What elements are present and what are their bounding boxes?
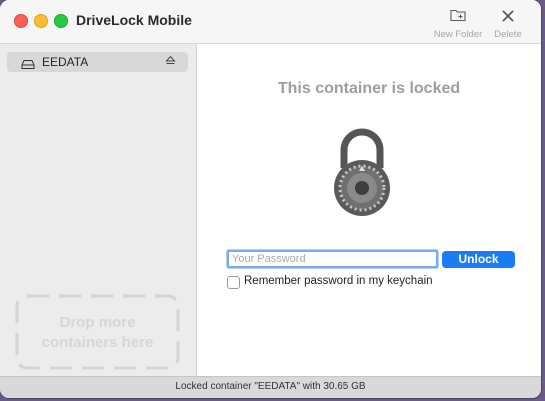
dropzone-label: Drop more containers here <box>15 313 180 353</box>
eject-icon[interactable] <box>165 55 176 69</box>
window-title: DriveLock Mobile <box>76 12 192 28</box>
app-window: DriveLock Mobile New Folder Delete EEDAT… <box>0 0 541 398</box>
status-text: Locked container "EEDATA" with 30.65 GB <box>175 381 366 392</box>
close-window-button[interactable] <box>14 14 28 28</box>
sidebar-item-eedata[interactable]: EEDATA <box>7 52 188 72</box>
minimize-window-button[interactable] <box>34 14 48 28</box>
unlock-button[interactable]: Unlock <box>442 251 515 268</box>
new-folder-icon <box>430 8 486 28</box>
locked-heading: This container is locked <box>277 80 461 97</box>
password-input[interactable] <box>227 250 438 268</box>
combination-padlock-icon <box>332 122 392 227</box>
remember-label: Remember password in my keychain <box>244 275 433 287</box>
new-folder-label: New Folder <box>433 29 483 40</box>
dropzone[interactable]: Drop more containers here <box>15 294 180 375</box>
sidebar-item-label: EEDATA <box>42 55 89 69</box>
status-bar: Locked container "EEDATA" with 30.65 GB <box>0 376 541 398</box>
drive-icon <box>21 57 35 75</box>
dropzone-line-2: containers here <box>41 334 154 351</box>
main-panel: This container is locked Unlock Remember… <box>197 44 541 377</box>
dropzone-line-1: Drop more <box>59 314 136 331</box>
title-bar: DriveLock Mobile New Folder Delete <box>0 0 541 44</box>
delete-x-icon <box>490 8 526 28</box>
sidebar: EEDATA Drop more containers here <box>0 44 197 377</box>
delete-button[interactable]: Delete <box>490 8 526 40</box>
delete-label: Delete <box>494 29 522 40</box>
new-folder-button[interactable]: New Folder <box>430 8 486 40</box>
zoom-window-button[interactable] <box>54 14 68 28</box>
remember-checkbox[interactable] <box>227 276 240 289</box>
